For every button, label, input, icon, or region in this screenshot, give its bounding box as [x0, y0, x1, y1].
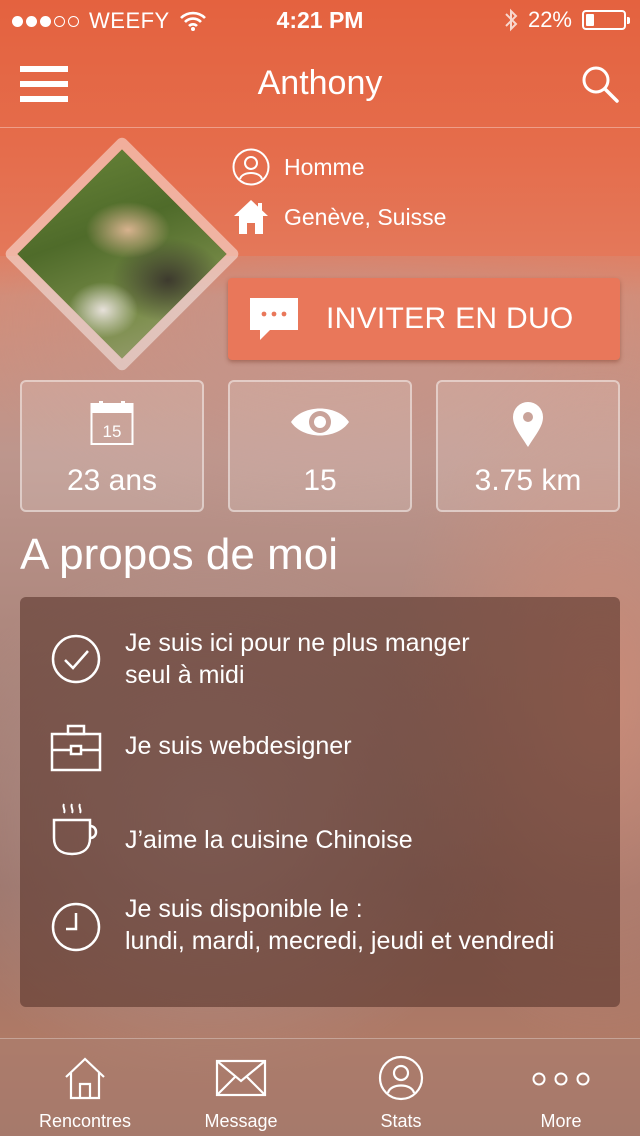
tab-icon-wrap — [161, 1055, 321, 1101]
tab-message[interactable]: Message — [161, 1039, 321, 1136]
about-item-line: J’aime la cuisine Chinoise — [125, 826, 413, 854]
about-item-line: Je suis ici pour ne plus manger — [125, 629, 470, 657]
calendar-icon: 15 — [90, 401, 134, 445]
tab-icon-wrap — [5, 1055, 165, 1101]
calendar-day: 15 — [103, 422, 122, 441]
eye-icon-wrap — [230, 400, 410, 448]
tab-stats[interactable]: Stats — [321, 1039, 481, 1136]
home-icon — [234, 200, 268, 234]
status-bar: WEEFY 4:21 PM 22% — [0, 0, 640, 40]
invite-button-label: INVITER EN DUO — [326, 302, 574, 335]
tab-icon-wrap — [481, 1055, 640, 1101]
battery-icon — [582, 10, 630, 30]
tab-label: Rencontres — [38, 1111, 132, 1131]
location-label: Genève, Suisse — [284, 203, 447, 230]
page-title: Anthony — [257, 64, 383, 102]
about-item-text: Je suis disponible le : lundi, mardi, me… — [125, 893, 605, 957]
status-right: 22% — [504, 7, 630, 33]
about-panel: Je suis ici pour ne plus manger seul à m… — [20, 597, 620, 1007]
pin-icon-wrap — [438, 400, 618, 448]
tab-icon-wrap — [321, 1055, 481, 1101]
eye-icon — [291, 408, 349, 436]
tab-bar: Rencontres Message Stats More — [0, 1038, 640, 1136]
about-item-text: Je suis webdesigner — [125, 730, 605, 762]
gender-row: Homme — [232, 148, 365, 186]
tab-rencontres[interactable]: Rencontres — [5, 1039, 165, 1136]
briefcase-icon — [50, 724, 102, 772]
age-stat-card: 15 23 ans — [20, 380, 204, 512]
about-item-text: J’aime la cuisine Chinoise — [125, 824, 605, 856]
calendar-icon-wrap: 15 — [22, 400, 202, 448]
about-item-text: Je suis ici pour ne plus manger seul à m… — [125, 627, 605, 691]
user-circle-icon — [378, 1055, 424, 1101]
location-row: Genève, Suisse — [232, 198, 446, 236]
navigation-bar: Anthony — [0, 40, 640, 128]
check-circle-icon — [51, 634, 101, 684]
distance-value: 3.75 km — [474, 464, 582, 497]
about-section-title: A propos de moi — [20, 530, 338, 579]
bluetooth-icon — [505, 8, 518, 32]
invite-duo-button[interactable]: INVITER EN DUO — [228, 278, 620, 360]
clock-icon — [51, 902, 101, 952]
age-value: 23 ans — [66, 464, 158, 497]
battery-level — [586, 14, 594, 26]
map-pin-icon — [513, 402, 543, 447]
search-icon[interactable] — [580, 64, 620, 104]
envelope-icon — [215, 1059, 267, 1097]
views-value: 15 — [303, 464, 337, 497]
about-item-line: lundi, mardi, mecredi, jeudi et vendredi — [125, 927, 555, 955]
battery-percentage: 22% — [527, 7, 572, 32]
views-stat-card: 15 — [228, 380, 412, 512]
tab-more[interactable]: More — [481, 1039, 640, 1136]
coffee-cup-icon — [52, 803, 98, 856]
distance-stat-card: 3.75 km — [436, 380, 620, 512]
tab-label: Stats — [380, 1111, 422, 1131]
about-item-line: seul à midi — [125, 661, 245, 689]
chat-bubble-icon — [250, 298, 298, 340]
gender-label: Homme — [284, 153, 365, 180]
about-item-line: Je suis disponible le : — [125, 895, 363, 923]
about-item-line: Je suis webdesigner — [125, 732, 352, 760]
more-dots-icon — [532, 1072, 590, 1086]
house-icon — [65, 1057, 105, 1100]
person-icon — [232, 148, 270, 186]
tab-label: Message — [204, 1111, 278, 1131]
tab-label: More — [540, 1111, 582, 1131]
